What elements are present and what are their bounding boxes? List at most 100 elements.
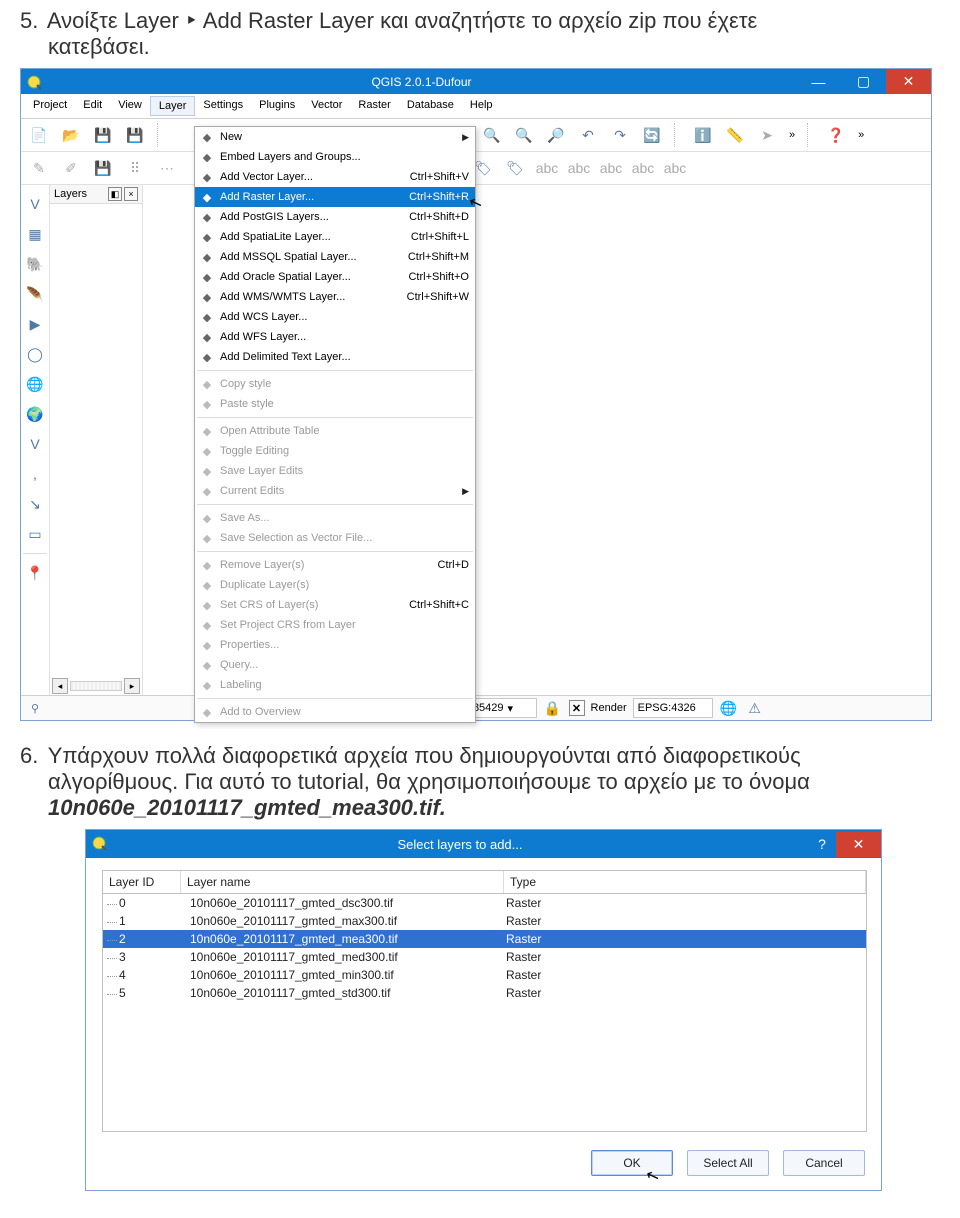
open-project-button[interactable]: 📂 — [57, 121, 85, 149]
table-row[interactable]: 210n060e_20101117_gmted_mea300.tifRaster — [103, 930, 866, 948]
measure-button[interactable]: 📏 — [721, 121, 749, 149]
add-vector-icon[interactable]: V — [23, 192, 47, 216]
table-row[interactable]: 110n060e_20101117_gmted_max300.tifRaster — [103, 912, 866, 930]
save-edits-button[interactable]: 💾 — [89, 154, 117, 182]
minimize-button[interactable]: — — [796, 69, 841, 94]
new-layer-icon[interactable]: ▭ — [23, 522, 47, 546]
step5-line2: κατεβάσει. — [48, 34, 940, 60]
add-wms-icon[interactable]: 🌐 — [23, 372, 47, 396]
node-tool-icon[interactable]: ↘ — [23, 492, 47, 516]
layers-panel-footer: ◂ ▸ — [50, 677, 142, 695]
menu-raster[interactable]: Raster — [350, 96, 398, 116]
edit-button[interactable]: ✐ — [57, 154, 85, 182]
warning-icon[interactable]: ⚠ — [745, 698, 765, 718]
render-checkbox[interactable]: ✕ — [569, 700, 585, 716]
menu-item[interactable]: ◆Add PostGIS Layers...Ctrl+Shift+D — [195, 207, 475, 227]
pencil-button[interactable]: ✎ — [25, 154, 53, 182]
save-project-button[interactable]: 💾 — [89, 121, 117, 149]
menu-item[interactable]: ◆Add Raster Layer...Ctrl+Shift+R — [195, 187, 475, 207]
menu-database[interactable]: Database — [399, 96, 462, 116]
zoom-out-button[interactable]: 🔎 — [542, 121, 570, 149]
menu-item[interactable]: ◆Embed Layers and Groups... — [195, 147, 475, 167]
zoom-to-selection-button[interactable]: 🔍 — [478, 121, 506, 149]
menu-item-icon: ◆ — [198, 329, 216, 345]
add-oracle-icon[interactable]: ◯ — [23, 342, 47, 366]
menu-project[interactable]: Project — [25, 96, 75, 116]
menu-item[interactable]: ◆Add Vector Layer...Ctrl+Shift+V — [195, 167, 475, 187]
toolbar-overflow-2[interactable]: » — [854, 129, 868, 141]
menu-settings[interactable]: Settings — [195, 96, 251, 116]
status-icon[interactable]: ⚲ — [25, 698, 45, 718]
table-row[interactable]: 310n060e_20101117_gmted_med300.tifRaster — [103, 948, 866, 966]
step6-number: 6. — [20, 743, 42, 769]
menu-item[interactable]: ◆Add WMS/WMTS Layer...Ctrl+Shift+W — [195, 287, 475, 307]
close-button[interactable]: ✕ — [886, 69, 931, 94]
abc-4-button[interactable]: abc — [629, 154, 657, 182]
abc-3-button[interactable]: abc — [597, 154, 625, 182]
toolbar-overflow-1[interactable]: » — [785, 129, 799, 141]
menu-view[interactable]: View — [110, 96, 150, 116]
table-row[interactable]: 510n060e_20101117_gmted_std300.tifRaster — [103, 984, 866, 1002]
crs-field[interactable]: EPSG:4326 — [633, 698, 713, 718]
menu-item[interactable]: ◆Add Oracle Spatial Layer...Ctrl+Shift+O — [195, 267, 475, 287]
menu-item-icon: ◆ — [198, 704, 216, 720]
menu-item-label: New — [220, 131, 462, 143]
layers-panel-close[interactable]: × — [124, 187, 138, 201]
help-button[interactable]: ❓ — [822, 121, 850, 149]
save-as-button[interactable]: 💾 — [121, 121, 149, 149]
abc-2-button[interactable]: abc — [565, 154, 593, 182]
menu-item[interactable]: ◆Add MSSQL Spatial Layer...Ctrl+Shift+M — [195, 247, 475, 267]
col-type[interactable]: Type — [504, 871, 866, 893]
add-raster-icon[interactable]: ▦ — [23, 222, 47, 246]
refresh-button[interactable]: 🔄 — [638, 121, 666, 149]
scroll-track[interactable] — [70, 681, 122, 691]
zoom-next-button[interactable]: ↷ — [606, 121, 634, 149]
menu-item-label: Query... — [220, 659, 469, 671]
menu-item[interactable]: ◆Add WFS Layer... — [195, 327, 475, 347]
nodes-button[interactable]: ⠿ — [121, 154, 149, 182]
menu-plugins[interactable]: Plugins — [251, 96, 303, 116]
table-row[interactable]: 010n060e_20101117_gmted_dsc300.tifRaster — [103, 894, 866, 912]
select-button[interactable]: ➤ — [753, 121, 781, 149]
menu-vector[interactable]: Vector — [303, 96, 350, 116]
layers-panel-body[interactable] — [50, 204, 142, 677]
projection-icon[interactable]: 🌐 — [719, 698, 739, 718]
identify-button[interactable]: ℹ️ — [689, 121, 717, 149]
menu-help[interactable]: Help — [462, 96, 501, 116]
dialog-close-button[interactable]: ✕ — [836, 832, 881, 857]
gps-icon[interactable]: 📍 — [23, 561, 47, 585]
more-button[interactable]: ⋯ — [153, 154, 181, 182]
abc-5-button[interactable]: abc — [661, 154, 689, 182]
menu-item[interactable]: ◆Add Delimited Text Layer... — [195, 347, 475, 367]
layers-panel-undock[interactable]: ◧ — [108, 187, 122, 201]
select-all-button[interactable]: Select All — [687, 1150, 769, 1176]
add-spatialite-icon[interactable]: 🪶 — [23, 282, 47, 306]
menu-edit[interactable]: Edit — [75, 96, 110, 116]
scroll-right-button[interactable]: ▸ — [124, 678, 140, 694]
col-layer-id[interactable]: Layer ID — [103, 871, 181, 893]
ok-button[interactable]: OK — [591, 1150, 673, 1176]
menu-item[interactable]: ◆Add SpatiaLite Layer...Ctrl+Shift+L — [195, 227, 475, 247]
rotation-lock-icon[interactable]: 🔒 — [543, 698, 563, 718]
menu-item[interactable]: ◆New▶ — [195, 127, 475, 147]
add-postgis-icon[interactable]: 🐘 — [23, 252, 47, 276]
add-wcs-icon[interactable]: 🌍 — [23, 402, 47, 426]
scroll-left-button[interactable]: ◂ — [52, 678, 68, 694]
menu-item-label: Labeling — [220, 679, 469, 691]
zoom-in-button[interactable]: 🔍 — [510, 121, 538, 149]
menu-layer[interactable]: Layer — [150, 96, 196, 116]
new-project-button[interactable]: 📄 — [25, 121, 53, 149]
label-2-button[interactable]: 🏷 — [501, 154, 529, 182]
add-wfs-icon[interactable]: V — [23, 432, 47, 456]
dialog-help-button[interactable]: ? — [808, 832, 836, 857]
maximize-button[interactable]: ▢ — [841, 69, 886, 94]
add-csv-icon[interactable]: , — [23, 462, 47, 486]
col-layer-name[interactable]: Layer name — [181, 871, 504, 893]
zoom-last-button[interactable]: ↶ — [574, 121, 602, 149]
cancel-button[interactable]: Cancel — [783, 1150, 865, 1176]
abc-1-button[interactable]: abc — [533, 154, 561, 182]
menu-item[interactable]: ◆Add WCS Layer... — [195, 307, 475, 327]
add-mssql-icon[interactable]: ▶ — [23, 312, 47, 336]
table-row[interactable]: 410n060e_20101117_gmted_min300.tifRaster — [103, 966, 866, 984]
qgis-window: QGIS 2.0.1-Dufour — ▢ ✕ ProjectEditViewL… — [20, 68, 932, 721]
